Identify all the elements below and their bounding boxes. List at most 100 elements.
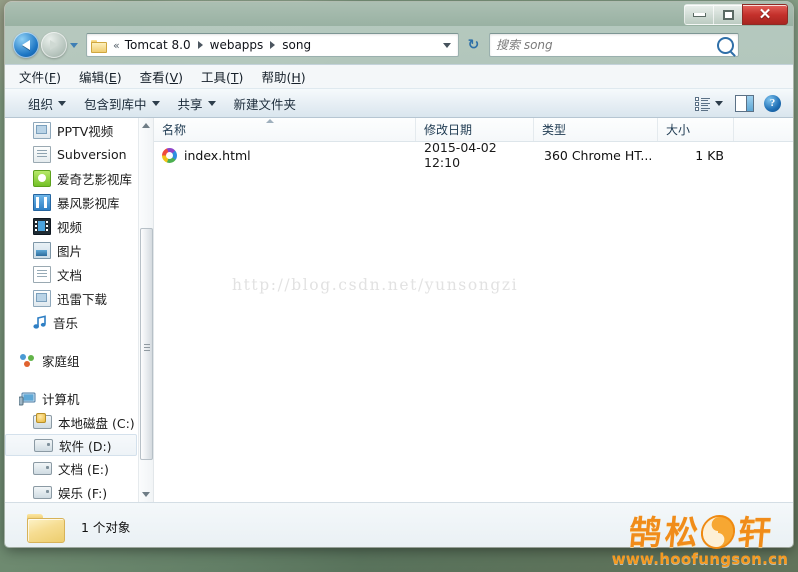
music-icon	[33, 314, 47, 330]
file-list-pane: 名称 修改日期 类型 大小 index.html 2015-04-02 12:1…	[154, 118, 793, 502]
system-drive-icon	[33, 413, 52, 429]
column-header-date[interactable]: 修改日期	[416, 118, 534, 141]
refresh-button[interactable]: ↻	[465, 37, 482, 54]
sidebar-item-drive-f[interactable]: 娱乐 (F:)	[5, 480, 139, 502]
toolbar-right-group: ?	[693, 94, 787, 112]
sidebar-item-drive-e[interactable]: 文档 (E:)	[5, 456, 139, 480]
forward-button[interactable]	[41, 32, 67, 58]
explorer-body: PPTV视频 Subversion 爱奇艺影视库 暴风影视库 视频 图片 文档 …	[5, 118, 793, 502]
search-icon	[717, 36, 734, 54]
breadcrumb-separator-icon[interactable]	[197, 41, 203, 49]
back-button[interactable]	[13, 32, 39, 58]
search-box[interactable]	[489, 33, 739, 57]
chevron-down-icon	[715, 100, 723, 106]
computer-glyph	[18, 392, 36, 405]
sidebar-item-label: PPTV视频	[57, 123, 114, 139]
scrollbar-grip-icon	[143, 343, 150, 345]
share-button[interactable]: 共享	[169, 91, 225, 116]
preview-pane-icon[interactable]	[735, 94, 754, 112]
breadcrumb-item-webapps[interactable]: webapps	[208, 37, 266, 53]
organize-label: 组织	[28, 96, 54, 112]
forward-arrow-icon	[50, 40, 58, 50]
menu-file[interactable]: 文件(F)	[19, 67, 61, 86]
change-view-button[interactable]	[693, 95, 725, 112]
watermark-text: http://blog.csdn.net/yunsongzi	[232, 276, 519, 294]
file-date-cell: 2015-04-02 12:10	[424, 140, 497, 170]
chevron-down-icon	[58, 100, 67, 106]
menu-edit[interactable]: 编辑(E)	[79, 67, 122, 86]
window-controls: ✕	[684, 4, 788, 25]
sidebar-item-label: 音乐	[53, 315, 79, 331]
scrollbar-thumb[interactable]	[140, 228, 153, 460]
sidebar-item-label: 计算机	[42, 391, 80, 407]
sidebar-item-homegroup[interactable]: 家庭组	[5, 348, 139, 372]
library-icon	[33, 121, 51, 139]
column-header-size[interactable]: 大小	[658, 118, 734, 141]
minimize-button[interactable]	[684, 4, 714, 25]
folder-icon	[91, 39, 107, 53]
address-bar-row: « Tomcat 8.0 webapps song ↻	[5, 26, 793, 64]
sidebar-item-computer[interactable]: 计算机	[5, 386, 139, 410]
file-type-cell: 360 Chrome HT...	[544, 147, 653, 163]
chevron-down-icon[interactable]	[443, 42, 451, 48]
restore-icon	[722, 9, 734, 20]
breadcrumb-address-bar[interactable]: « Tomcat 8.0 webapps song	[86, 33, 459, 57]
navigation-pane: PPTV视频 Subversion 爱奇艺影视库 暴风影视库 视频 图片 文档 …	[5, 118, 154, 502]
sidebar-item-pptv[interactable]: PPTV视频	[5, 118, 139, 142]
sidebar-item-baofeng[interactable]: 暴风影视库	[5, 190, 139, 214]
sidebar-item-label: 文档 (E:)	[58, 461, 109, 477]
sidebar-item-label: 软件 (D:)	[59, 438, 112, 454]
scroll-up-button[interactable]	[139, 118, 153, 133]
include-in-library-label: 包含到库中	[84, 96, 147, 112]
sidebar-item-label: 家庭组	[42, 353, 80, 369]
sidebar-item-label: 视频	[57, 219, 83, 235]
film-icon	[33, 193, 51, 211]
status-text: 1 个对象	[81, 520, 131, 535]
sidebar-item-videos[interactable]: 视频	[5, 214, 139, 238]
sidebar-item-drive-d[interactable]: 软件 (D:)	[5, 434, 137, 456]
column-header-name[interactable]: 名称	[154, 118, 416, 141]
minimize-icon	[692, 12, 706, 17]
navigation-list: PPTV视频 Subversion 爱奇艺影视库 暴风影视库 视频 图片 文档 …	[5, 118, 139, 502]
breadcrumb-overflow-button[interactable]: «	[110, 39, 123, 52]
maximize-button[interactable]	[713, 4, 743, 25]
breadcrumb-item-song[interactable]: song	[280, 37, 313, 53]
menu-bar: 文件(F) 编辑(E) 查看(V) 工具(T) 帮助(H)	[5, 64, 793, 88]
menu-view[interactable]: 查看(V)	[140, 67, 183, 86]
recent-locations-button[interactable]	[70, 42, 78, 48]
sidebar-item-thunder[interactable]: 迅雷下载	[5, 286, 139, 310]
close-button[interactable]: ✕	[742, 4, 788, 25]
sidebar-item-label: 娱乐 (F:)	[58, 485, 108, 501]
menu-tools[interactable]: 工具(T)	[201, 67, 243, 86]
close-icon: ✕	[758, 6, 772, 23]
breadcrumb-separator-icon[interactable]	[270, 41, 276, 49]
breadcrumb-item-tomcat[interactable]: Tomcat 8.0	[123, 37, 193, 53]
back-arrow-icon	[22, 40, 30, 50]
column-header-type[interactable]: 类型	[534, 118, 658, 141]
homegroup-glyph	[20, 353, 34, 367]
sort-ascending-icon	[266, 119, 274, 123]
sidebar-item-documents[interactable]: 文档	[5, 262, 139, 286]
folder-icon	[27, 512, 65, 543]
navigation-scrollbar[interactable]	[138, 118, 153, 502]
file-size-cell: 1 KB	[695, 147, 724, 163]
include-in-library-button[interactable]: 包含到库中	[75, 91, 169, 116]
sidebar-item-pictures[interactable]: 图片	[5, 238, 139, 262]
status-bar: 1 个对象	[5, 502, 793, 547]
organize-button[interactable]: 组织	[19, 91, 75, 116]
sidebar-item-iqiyi[interactable]: 爱奇艺影视库	[5, 166, 139, 190]
table-row[interactable]: index.html 2015-04-02 12:10 360 Chrome H…	[154, 140, 793, 170]
help-icon[interactable]: ?	[764, 94, 781, 112]
sidebar-item-music[interactable]: 音乐	[5, 310, 139, 334]
sidebar-item-subversion[interactable]: Subversion	[5, 142, 139, 166]
menu-help[interactable]: 帮助(H)	[261, 67, 305, 86]
column-header-row: 名称 修改日期 类型 大小	[154, 118, 793, 142]
file-name-cell[interactable]: index.html	[154, 147, 416, 163]
new-folder-button[interactable]: 新建文件夹	[225, 91, 306, 116]
library-icon	[33, 145, 51, 163]
sidebar-item-label: Subversion	[57, 146, 127, 162]
scroll-down-button[interactable]	[139, 487, 153, 502]
search-input[interactable]	[494, 37, 717, 53]
sidebar-item-drive-c[interactable]: 本地磁盘 (C:)	[5, 410, 139, 434]
sidebar-item-label: 文档	[57, 267, 83, 283]
